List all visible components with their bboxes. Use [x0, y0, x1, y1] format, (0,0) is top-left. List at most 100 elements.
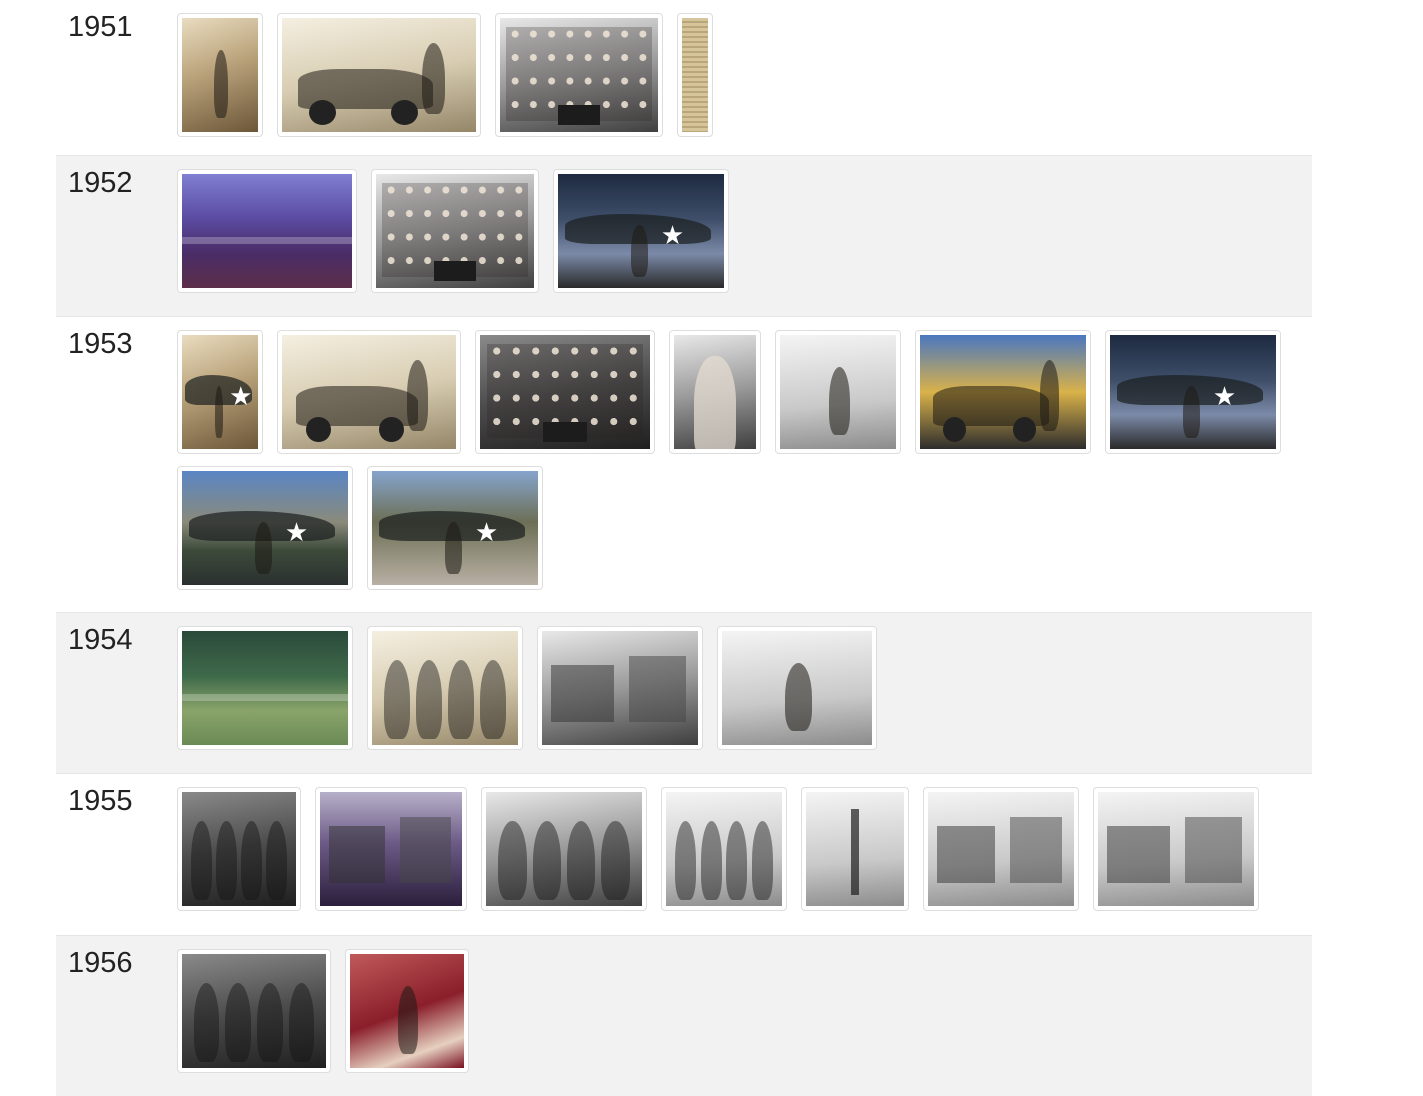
- farm-buildings-photo[interactable]: [537, 626, 703, 750]
- person-shape: [256, 982, 283, 1063]
- soldier-with-yellow-jeep-photo[interactable]: [915, 330, 1091, 454]
- photo-image: ★: [182, 471, 348, 585]
- couple-portrait-photo[interactable]: [177, 787, 301, 911]
- person-shape: [601, 820, 630, 901]
- photo-image: [376, 174, 534, 288]
- wedding-couple-photo[interactable]: [661, 787, 787, 911]
- woman-in-field-photo[interactable]: [717, 626, 877, 750]
- family-group-photo[interactable]: [177, 949, 331, 1073]
- horizon-shape: [182, 236, 352, 244]
- photo-strip: ★: [177, 156, 1297, 303]
- year-label: 1952: [68, 167, 133, 199]
- photo-image: [1098, 792, 1254, 906]
- town-street-photo[interactable]: [923, 787, 1079, 911]
- person-shape: [751, 820, 773, 901]
- soldier-portrait-photo[interactable]: [669, 330, 761, 454]
- photo-image: ★: [558, 174, 724, 288]
- building-shape: [399, 817, 451, 884]
- star-insignia-icon: ★: [1212, 380, 1237, 411]
- photo-image: [928, 792, 1074, 906]
- year-row-1953: 1953 ★ ★ ★ ★: [56, 317, 1312, 613]
- school-class-photo[interactable]: [495, 13, 663, 137]
- building-shape: [1009, 817, 1063, 884]
- family-group-photo[interactable]: [367, 626, 523, 750]
- horizon-shape: [182, 693, 348, 701]
- photo-image: [350, 954, 464, 1068]
- photo-image: [182, 174, 352, 288]
- photo-image: [806, 792, 904, 906]
- wheel-shape: [309, 100, 337, 126]
- year-label: 1951: [68, 11, 133, 43]
- photo-timeline: 1951 1952 ★ 1953 ★ ★ ★ ★ 1954 1955 1956: [56, 0, 1312, 1096]
- person-shape: [288, 982, 315, 1063]
- soldier-with-jeep-photo[interactable]: [277, 330, 461, 454]
- person-shape: [241, 820, 262, 901]
- photo-image: [182, 631, 348, 745]
- wheel-shape: [390, 100, 418, 126]
- photo-image: [282, 18, 476, 132]
- person-shape: [498, 820, 527, 901]
- photo-image: [182, 18, 258, 132]
- school-class-photo[interactable]: [475, 330, 655, 454]
- building-shape: [328, 826, 386, 884]
- woman-in-kitchen-photo[interactable]: [345, 949, 469, 1073]
- soldier-walking-photo[interactable]: [177, 13, 263, 137]
- person-shape: [567, 820, 596, 901]
- family-outdoors-photo[interactable]: [481, 787, 647, 911]
- newspaper-clipping-photo[interactable]: [677, 13, 713, 137]
- person-shape: [213, 49, 228, 119]
- class-sign-shape: [542, 421, 588, 443]
- person-shape: [225, 982, 252, 1063]
- photo-image: [486, 792, 642, 906]
- person-shape: [1183, 386, 1200, 438]
- photo-image: [500, 18, 658, 132]
- photo-image: [780, 335, 896, 449]
- wheel-shape: [943, 417, 967, 443]
- photo-image: [182, 954, 326, 1068]
- photo-image: [372, 631, 518, 745]
- photo-strip: [177, 0, 1297, 147]
- photo-image: [320, 792, 462, 906]
- class-sign-shape: [434, 260, 476, 282]
- star-insignia-icon: ★: [474, 516, 499, 547]
- star-insignia-icon: ★: [284, 516, 309, 547]
- bare-tree-photo[interactable]: [801, 787, 909, 911]
- person-shape: [532, 820, 561, 901]
- soldier-with-airplane-photo[interactable]: ★: [553, 169, 729, 293]
- person-shape: [726, 820, 748, 901]
- small-airplane-photo[interactable]: ★: [177, 330, 263, 454]
- airplane-22-photo[interactable]: ★: [1105, 330, 1281, 454]
- person-shape: [785, 662, 812, 732]
- person-shape: [1039, 360, 1060, 431]
- photo-image: [542, 631, 698, 745]
- photo-image: ★: [182, 335, 258, 449]
- church-building-photo[interactable]: [1093, 787, 1259, 911]
- year-row-1954: 1954: [56, 613, 1312, 774]
- photo-image: ★: [1110, 335, 1276, 449]
- photo-image: [480, 335, 650, 449]
- sawmill-photo[interactable]: [315, 787, 467, 911]
- person-shape: [631, 225, 648, 277]
- building-shape: [1185, 817, 1242, 884]
- photo-image: [666, 792, 782, 906]
- class-sign-shape: [558, 104, 600, 126]
- person-shape: [397, 985, 419, 1055]
- soldier-by-tent-photo[interactable]: [775, 330, 901, 454]
- person-shape: [193, 982, 220, 1063]
- person-shape: [700, 820, 722, 901]
- wheel-shape: [379, 417, 404, 443]
- photo-image: [682, 18, 708, 132]
- people-by-car-photo[interactable]: [277, 13, 481, 137]
- year-label: 1953: [68, 328, 133, 360]
- year-row-1955: 1955: [56, 774, 1312, 936]
- year-label: 1956: [68, 947, 133, 979]
- photo-image: [282, 335, 456, 449]
- rodeo-field-photo[interactable]: [177, 169, 357, 293]
- us-army-airplane-photo[interactable]: ★: [177, 466, 353, 590]
- building-shape: [1107, 826, 1170, 884]
- photo-strip: [177, 774, 1297, 921]
- person-shape: [828, 366, 850, 436]
- mill-pond-photo[interactable]: [177, 626, 353, 750]
- soldier-by-airplane-photo[interactable]: ★: [367, 466, 543, 590]
- school-class-photo[interactable]: [371, 169, 539, 293]
